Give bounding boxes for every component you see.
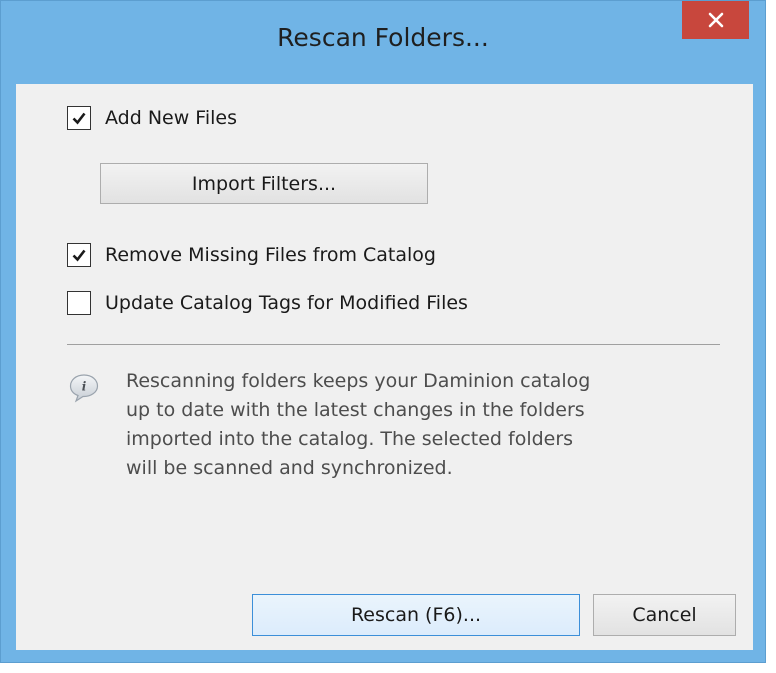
update-tags-label: Update Catalog Tags for Modified Files bbox=[105, 292, 468, 314]
cancel-button[interactable]: Cancel bbox=[593, 594, 736, 636]
svg-text:i: i bbox=[82, 380, 87, 394]
update-tags-option[interactable]: Update Catalog Tags for Modified Files bbox=[67, 291, 468, 315]
remove-missing-option[interactable]: Remove Missing Files from Catalog bbox=[67, 243, 436, 267]
remove-missing-checkbox[interactable] bbox=[67, 243, 91, 267]
info-bubble-icon: i bbox=[69, 374, 99, 403]
add-new-files-label: Add New Files bbox=[105, 107, 237, 129]
separator bbox=[67, 344, 720, 345]
add-new-files-checkbox[interactable] bbox=[67, 106, 91, 130]
update-tags-checkbox[interactable] bbox=[67, 291, 91, 315]
remove-missing-label: Remove Missing Files from Catalog bbox=[105, 244, 436, 266]
title-bar[interactable]: Rescan Folders... bbox=[1, 1, 765, 84]
rescan-button[interactable]: Rescan (F6)... bbox=[252, 594, 580, 636]
checkmark-icon bbox=[72, 112, 86, 125]
checkmark-icon bbox=[72, 249, 86, 262]
rescan-folders-dialog: Rescan Folders... Add New Files Import F… bbox=[0, 0, 766, 663]
add-new-files-option[interactable]: Add New Files bbox=[67, 106, 237, 130]
dialog-content: Add New Files Import Filters... Remove M… bbox=[16, 84, 753, 650]
info-text: Rescanning folders keeps your Daminion c… bbox=[126, 370, 591, 479]
dialog-title: Rescan Folders... bbox=[277, 23, 489, 52]
close-button[interactable] bbox=[682, 1, 749, 39]
import-filters-button[interactable]: Import Filters... bbox=[100, 163, 428, 204]
close-icon bbox=[708, 12, 723, 28]
